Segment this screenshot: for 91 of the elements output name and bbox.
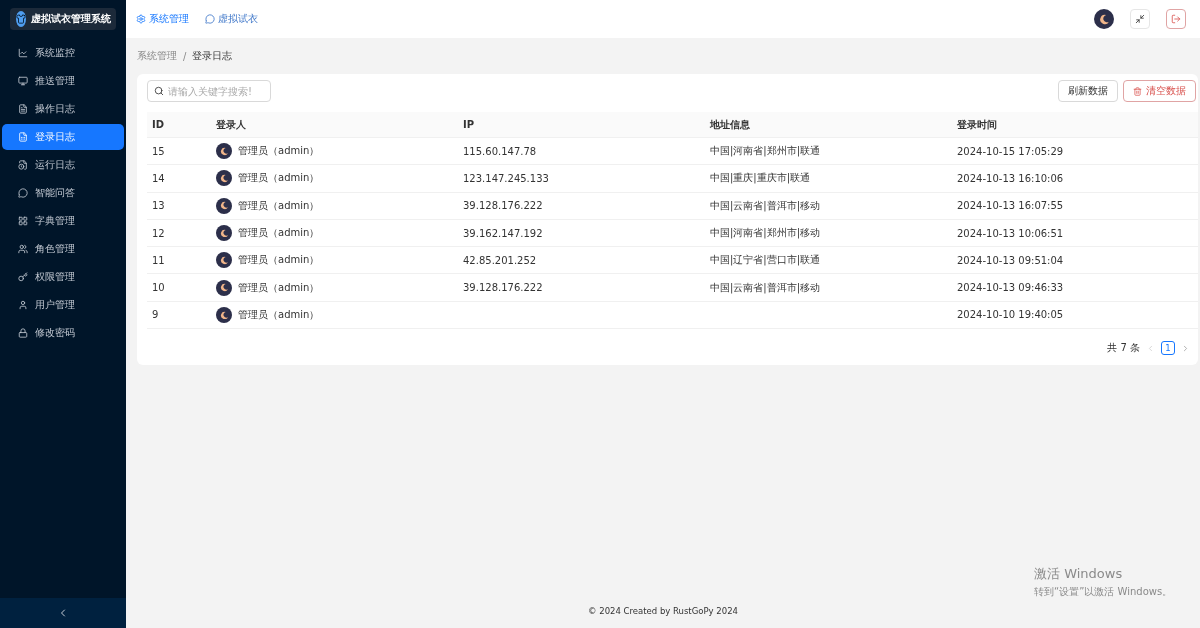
key-icon	[18, 272, 28, 282]
sidebar-item[interactable]: 登录日志	[2, 124, 124, 150]
activation-title: 激活 Windows	[1034, 565, 1124, 583]
table-cell: 2024-10-13 16:10:06	[957, 172, 1064, 184]
sidebar-item[interactable]: 系统监控	[2, 40, 124, 66]
breadcrumb-separator: /	[183, 50, 187, 62]
grid-icon	[18, 216, 28, 226]
refresh-button[interactable]: 刷新数据	[1058, 80, 1118, 102]
table-cell: 15	[152, 145, 165, 157]
collapse-button[interactable]	[0, 598, 126, 628]
nav-link[interactable]: 系统管理	[136, 12, 189, 26]
settings-icon	[136, 14, 146, 24]
avatar-icon	[216, 306, 232, 323]
table-cell: 管理员（admin）	[238, 144, 320, 159]
sidebar-item[interactable]: 权限管理	[2, 264, 124, 290]
breadcrumb-current: 登录日志	[192, 49, 233, 63]
table-cell: 2024-10-13 16:07:55	[957, 200, 1064, 212]
table-cell: 管理员（admin）	[238, 198, 320, 213]
table-cell: 11	[152, 254, 165, 266]
avatar-icon	[216, 252, 232, 269]
table-cell: 39.162.147.192	[463, 227, 543, 239]
table-cell: 12	[152, 227, 165, 239]
sidebar-item[interactable]: 运行日志	[2, 152, 124, 178]
sidebar-item[interactable]: 角色管理	[2, 236, 124, 262]
table-cell: 39.128.176.222	[463, 200, 543, 212]
avatar-icon	[216, 170, 232, 187]
table-cell: 中国|河南省|郑州市|移动	[710, 226, 821, 241]
monitor-icon	[18, 76, 28, 86]
total-count: 共 7 条	[1107, 341, 1140, 356]
clear-button[interactable]: 清空数据	[1123, 80, 1196, 102]
document-icon	[18, 160, 28, 170]
fullscreen-button[interactable]	[1130, 9, 1150, 29]
table-cell: 10	[152, 282, 165, 294]
table-cell: 2024-10-10 19:40:05	[957, 309, 1064, 321]
users-icon	[18, 244, 28, 254]
page-number[interactable]: 1	[1161, 341, 1175, 356]
sidebar-item[interactable]: 字典管理	[2, 208, 124, 234]
avatar-icon	[216, 225, 232, 242]
sidebar-item[interactable]: 修改密码	[2, 320, 124, 346]
table-cell: 中国|辽宁省|营口市|联通	[710, 253, 821, 268]
user-icon	[18, 300, 28, 310]
avatar-icon	[216, 197, 232, 214]
column-header: ID	[147, 112, 211, 138]
sidebar-item[interactable]: 智能问答	[2, 180, 124, 206]
table-cell: 管理员（admin）	[238, 226, 320, 241]
table-cell: 2024-10-13 10:06:51	[957, 227, 1064, 239]
trash-icon	[1133, 86, 1142, 96]
table-cell: 13	[152, 200, 165, 212]
nav-link[interactable]: 虚拟试衣	[205, 12, 258, 26]
document-icon	[18, 104, 28, 114]
next-page-icon[interactable]	[1181, 343, 1190, 353]
table-cell: 14	[152, 172, 165, 184]
logout-button[interactable]	[1166, 9, 1186, 29]
sidebar-item[interactable]: 操作日志	[2, 96, 124, 122]
table-cell: 管理员（admin）	[238, 171, 320, 186]
avatar-icon	[1094, 9, 1114, 29]
logout-icon	[1171, 14, 1181, 24]
column-header: 登录人	[211, 112, 458, 138]
sidebar-item[interactable]: 用户管理	[2, 292, 124, 318]
shrink-icon	[1135, 14, 1145, 24]
app-title: 虚拟试衣管理系统	[31, 12, 111, 26]
table-cell: 管理员（admin）	[238, 280, 320, 295]
lock-icon	[18, 328, 28, 338]
table-cell: 42.85.201.252	[463, 254, 537, 266]
search-field[interactable]: 请输入关键字搜索!	[147, 80, 271, 102]
table-cell: 9	[152, 309, 159, 321]
document-icon	[18, 132, 28, 142]
table-cell: 2024-10-13 09:51:04	[957, 254, 1064, 266]
table-cell: 管理员（admin）	[238, 253, 320, 268]
table-cell: 中国|河南省|郑州市|联通	[710, 144, 821, 159]
footer-text: © 2024 Created by RustGoPy 2024	[588, 606, 738, 616]
chat-icon	[18, 188, 28, 198]
activation-text: 转到“设置”以激活 Windows。	[1034, 585, 1173, 599]
table-cell: 中国|重庆|重庆市|联通	[710, 171, 811, 186]
table-cell: 2024-10-13 09:46:33	[957, 282, 1064, 294]
table-cell: 中国|云南省|普洱市|移动	[710, 198, 821, 213]
table-cell: 2024-10-15 17:05:29	[957, 145, 1064, 157]
table-cell: 115.60.147.78	[463, 145, 537, 157]
table-cell: 中国|云南省|普洱市|移动	[710, 280, 821, 295]
sidebar-item[interactable]: 推送管理	[2, 68, 124, 94]
column-header: 地址信息	[705, 112, 952, 138]
table-cell: 123.147.245.133	[463, 172, 549, 184]
chat-icon	[205, 14, 215, 24]
table-cell: 管理员（admin）	[238, 307, 320, 322]
avatar-icon	[216, 279, 232, 296]
column-header: IP	[458, 112, 705, 138]
avatar-icon	[216, 143, 232, 160]
chart-icon	[18, 48, 28, 58]
prev-page-icon[interactable]	[1146, 343, 1155, 353]
column-header: 登录时间	[952, 112, 1198, 138]
table-cell: 39.128.176.222	[463, 282, 543, 294]
